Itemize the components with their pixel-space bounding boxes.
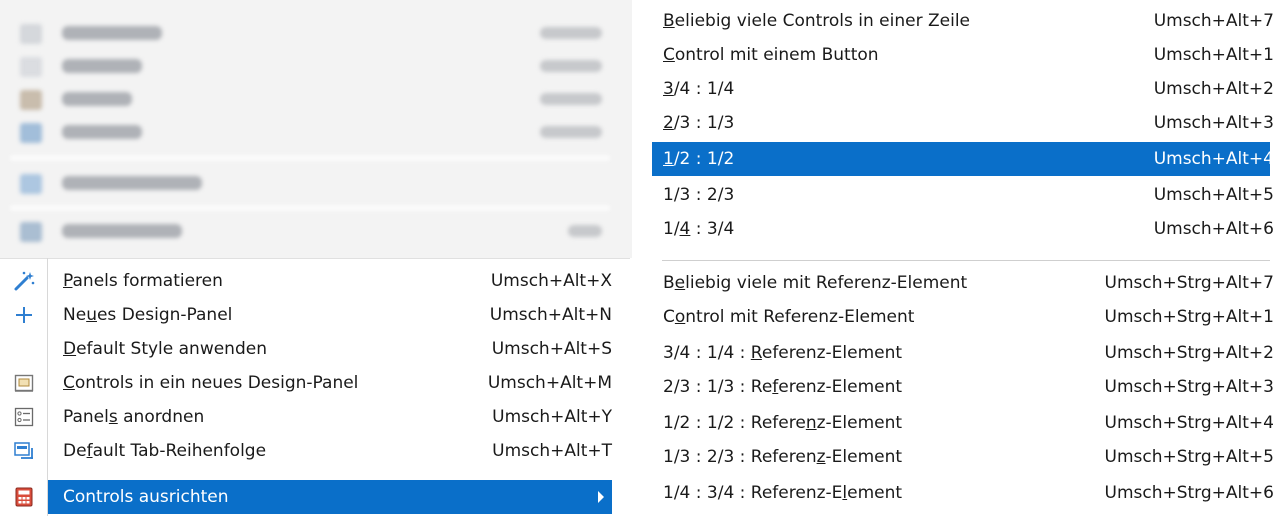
shortcut-label: Umsch+Alt+S — [491, 339, 612, 359]
menu-icon-cell — [0, 480, 47, 514]
blurred-icon — [20, 123, 42, 143]
shortcut-label: Umsch+Strg+Alt+3 — [1104, 377, 1275, 397]
blurred-menu-item — [12, 55, 612, 81]
submenu-item-highlighted[interactable]: 1/2 : 1/2 Umsch+Alt+4 — [652, 142, 1274, 176]
submenu-item[interactable]: Beliebig viele Controls in einer Zeile U… — [652, 4, 1274, 38]
blurred-icon — [20, 24, 42, 44]
blurred-icon — [20, 90, 42, 110]
shortcut-label: Umsch+Alt+X — [490, 271, 612, 291]
plus-icon — [12, 304, 36, 326]
menu-item-controls-in-design-panel[interactable]: Controls in ein neues Design-Panel Umsch… — [0, 366, 612, 400]
context-menu: Panels formatieren Umsch+Alt+X Neues Des… — [0, 258, 630, 516]
wand-icon — [12, 270, 36, 292]
submenu-item[interactable]: 1/2 : 1/2 : Referenz-Element Umsch+Strg+… — [652, 406, 1274, 440]
menu-item-panels-formatieren[interactable]: Panels formatieren Umsch+Alt+X — [0, 264, 612, 298]
submenu-item[interactable]: 3/4 : 1/4 : Referenz-Element Umsch+Strg+… — [652, 336, 1274, 370]
submenu-item[interactable]: 2/3 : 1/3 : Referenz-Element Umsch+Strg+… — [652, 370, 1274, 404]
menu-item-controls-ausrichten[interactable]: Controls ausrichten — [48, 480, 612, 514]
calculator-icon — [12, 486, 36, 508]
shortcut-label: Umsch+Alt+M — [487, 373, 612, 393]
shortcut-label: Umsch+Alt+T — [492, 441, 612, 461]
blurred-menu-item — [12, 22, 612, 48]
submenu-controls-ausrichten: Beliebig viele Controls in einer Zeile U… — [652, 0, 1282, 516]
tab-order-icon — [12, 440, 36, 462]
submenu-item[interactable]: 1/4 : 3/4 Umsch+Alt+6 — [652, 212, 1274, 246]
submenu-item[interactable]: 2/3 : 1/3 Umsch+Alt+3 — [652, 106, 1274, 140]
shortcut-label: Umsch+Alt+2 — [1153, 79, 1274, 99]
submenu-item[interactable]: Control mit Referenz-Element Umsch+Strg+… — [652, 300, 1274, 334]
menu-separator — [662, 260, 1270, 261]
submenu-item[interactable]: Control mit einem Button Umsch+Alt+1 — [652, 38, 1274, 72]
arrange-icon — [12, 406, 36, 428]
blurred-icon — [20, 57, 42, 77]
submenu-item[interactable]: Beliebig viele mit Referenz-Element Umsc… — [652, 266, 1274, 300]
shortcut-label: Umsch+Strg+Alt+7 — [1104, 273, 1275, 293]
blurred-menu-item — [12, 88, 612, 114]
shortcut-label: Umsch+Alt+5 — [1153, 185, 1274, 205]
shortcut-label: Umsch+Strg+Alt+4 — [1104, 413, 1275, 433]
shortcut-label: Umsch+Alt+3 — [1153, 113, 1274, 133]
shortcut-label: Umsch+Alt+N — [489, 305, 612, 325]
shortcut-label: Umsch+Alt+1 — [1153, 45, 1274, 65]
shortcut-label: Umsch+Alt+6 — [1153, 219, 1274, 239]
menu-item-panels-anordnen[interactable]: Panels anordnen Umsch+Alt+Y — [0, 400, 612, 434]
menu-item-default-style-anwenden[interactable]: Default Style anwenden Umsch+Alt+S — [0, 332, 612, 366]
submenu-item[interactable]: 1/3 : 2/3 Umsch+Alt+5 — [652, 178, 1274, 212]
submenu-arrow-icon — [598, 491, 604, 503]
shortcut-label: Umsch+Alt+4 — [1153, 149, 1274, 169]
shortcut-label: Umsch+Alt+Y — [492, 407, 612, 427]
blurred-menu-item — [12, 220, 612, 246]
menu-item-neues-design-panel[interactable]: Neues Design-Panel Umsch+Alt+N — [0, 298, 612, 332]
blurred-menu-region — [0, 0, 632, 258]
blurred-menu-item — [12, 172, 612, 198]
shortcut-label: Umsch+Strg+Alt+2 — [1104, 343, 1275, 363]
menu-item-default-tab-reihenfolge[interactable]: Default Tab-Reihenfolge Umsch+Alt+T — [0, 434, 612, 468]
shortcut-label: Umsch+Strg+Alt+1 — [1104, 307, 1275, 327]
submenu-item[interactable]: 1/3 : 2/3 : Referenz-Element Umsch+Strg+… — [652, 440, 1274, 474]
submenu-item[interactable]: 3/4 : 1/4 Umsch+Alt+2 — [652, 72, 1274, 106]
blurred-menu-item — [12, 121, 612, 147]
submenu-item[interactable]: 1/4 : 3/4 : Referenz-Element Umsch+Strg+… — [652, 476, 1274, 510]
blurred-icon — [20, 174, 42, 194]
shortcut-label: Umsch+Alt+7 — [1153, 11, 1274, 31]
shortcut-label: Umsch+Strg+Alt+6 — [1104, 483, 1275, 503]
shortcut-label: Umsch+Strg+Alt+5 — [1104, 447, 1275, 467]
panel-icon — [12, 372, 36, 394]
blurred-icon — [20, 222, 42, 242]
